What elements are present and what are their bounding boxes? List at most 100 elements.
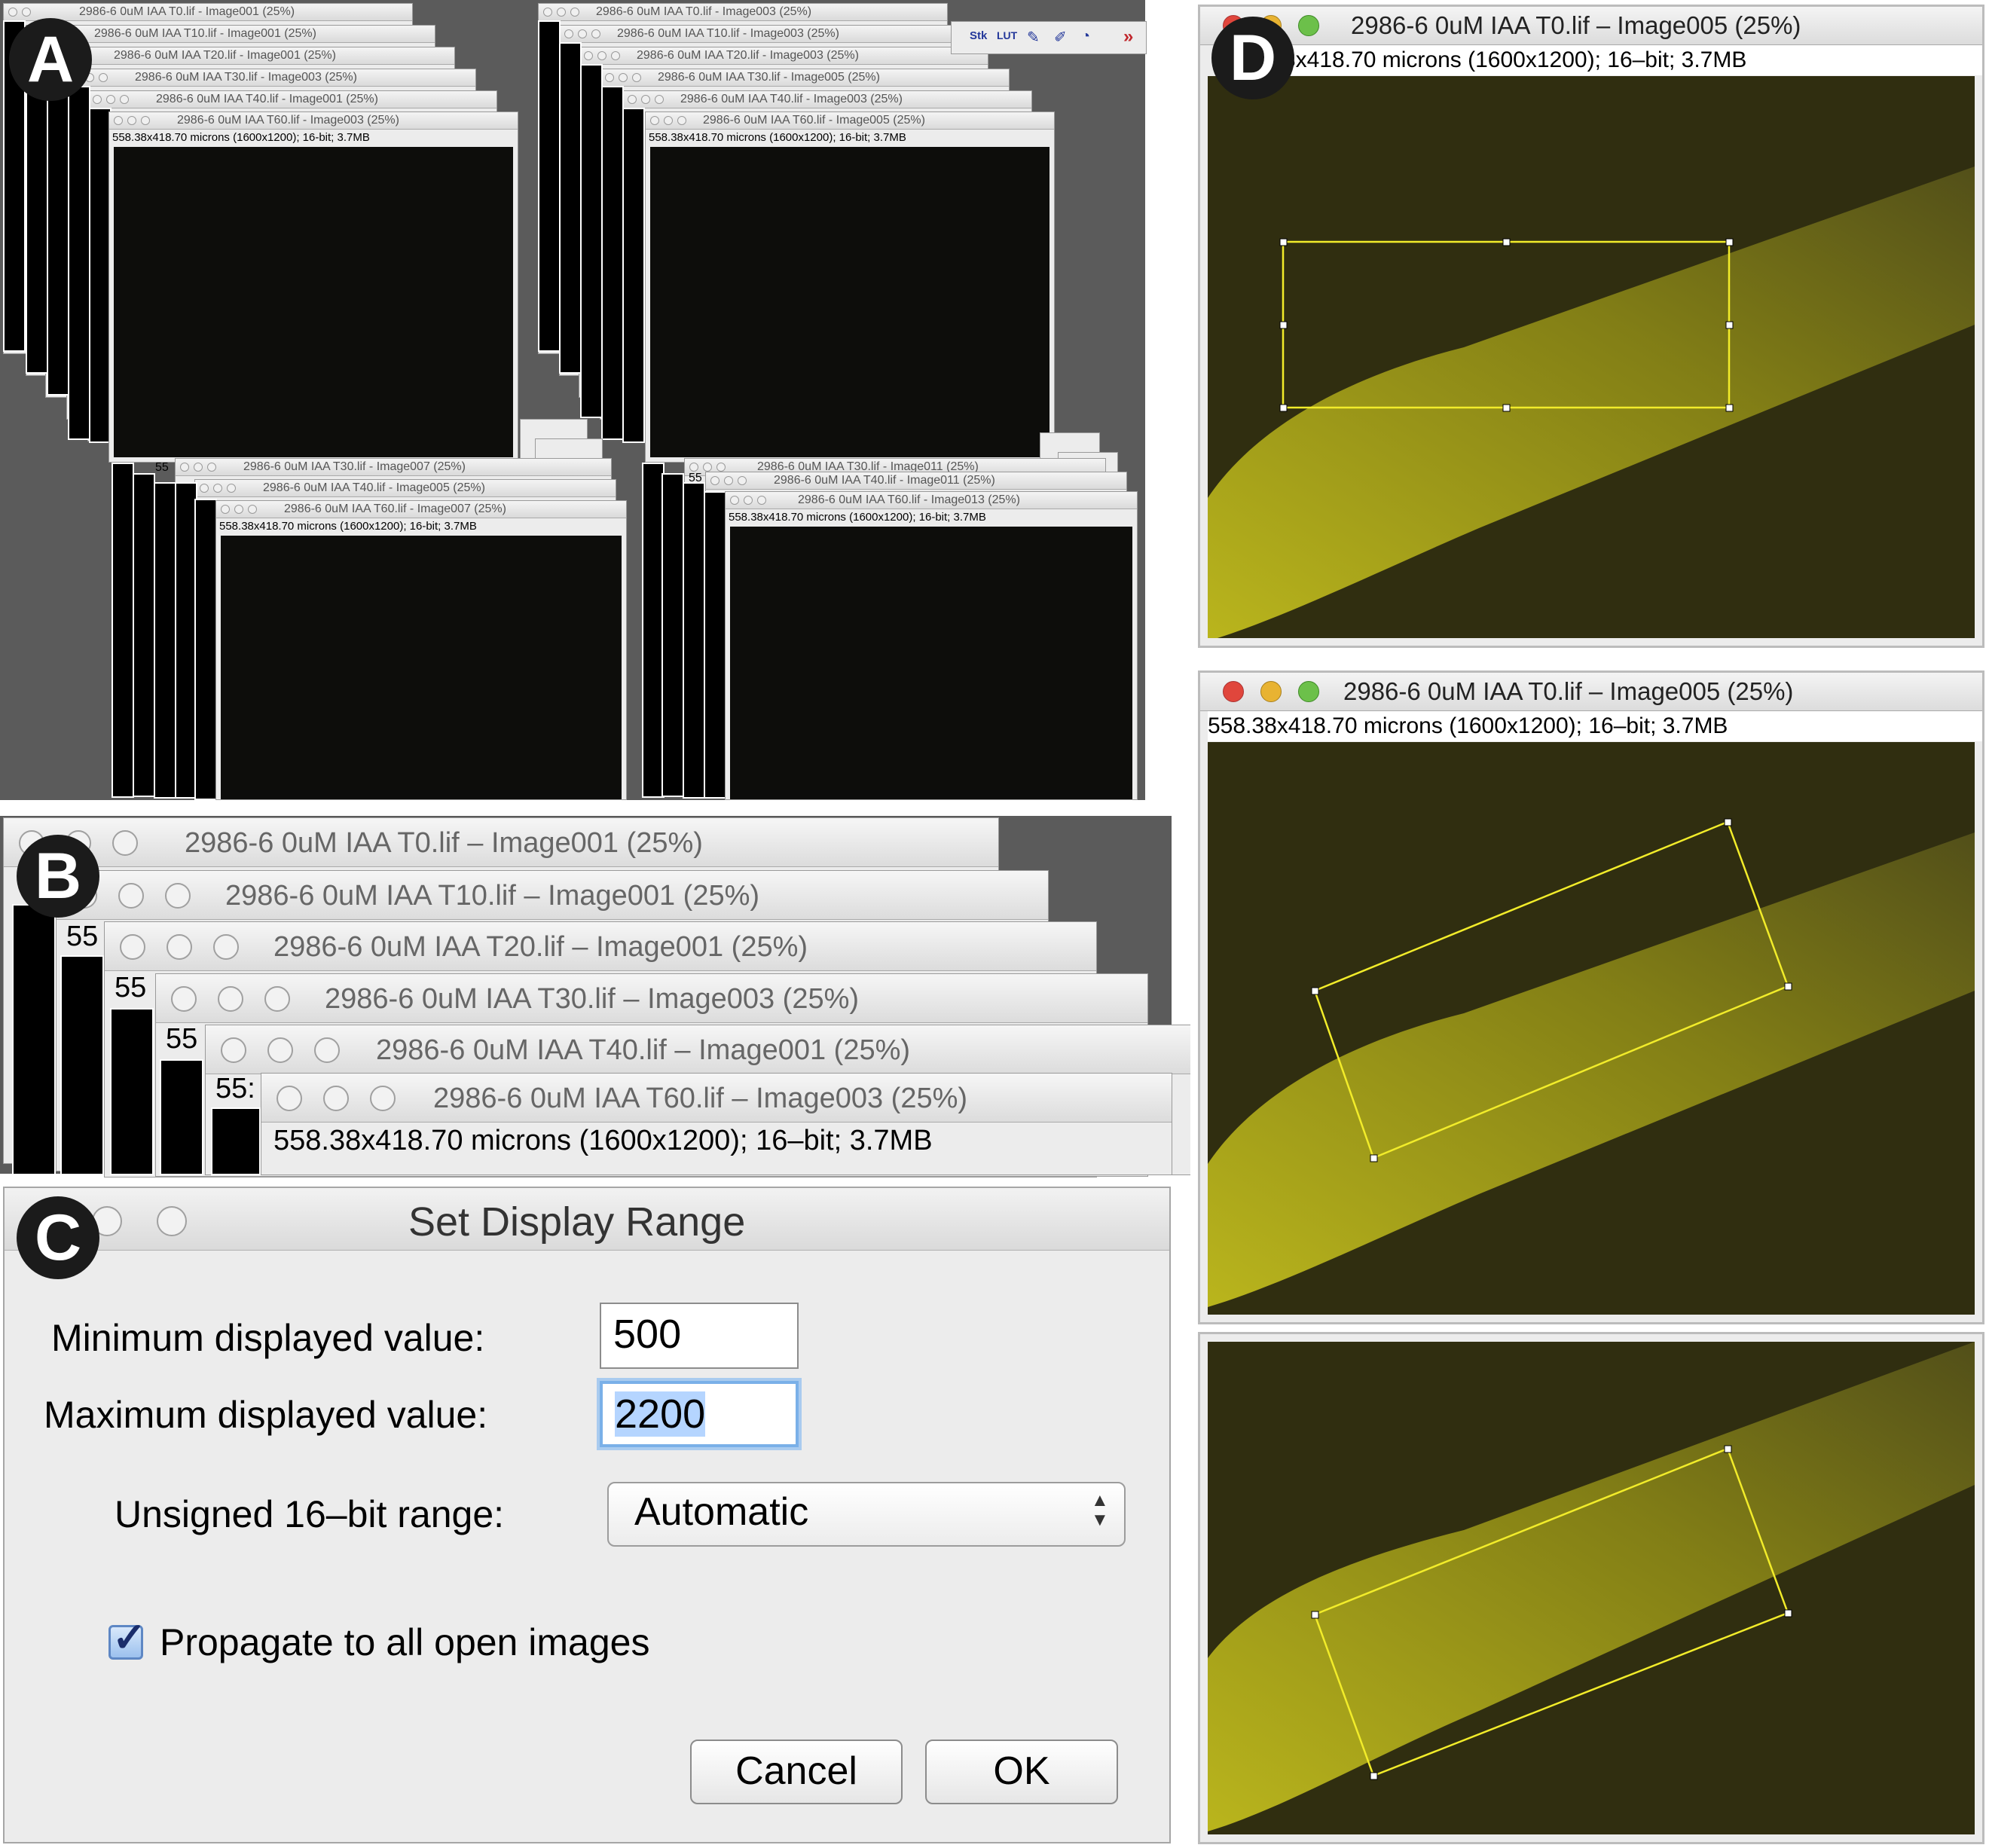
- stk-button[interactable]: Stk: [970, 29, 987, 42]
- window-titlebar: 2986-6 0uM IAA T0.lif – Image005 (25%): [1200, 7, 1982, 45]
- stacked-window-label: 55:: [215, 1073, 255, 1104]
- panel-label-a: A: [9, 18, 92, 101]
- stacked-window-edge: [559, 42, 582, 374]
- image-info: 3x418.70 microns (1600x1200); 16–bit; 3.…: [1283, 45, 1982, 75]
- dialog-titlebar: Set Display Range: [5, 1188, 1169, 1251]
- stacked-window-edge: [580, 64, 603, 418]
- window-title: 2986-6 0uM IAA T20.lif – Image001 (25%): [273, 931, 808, 963]
- dropper-icon[interactable]: ◔: [1081, 28, 1090, 45]
- min-value-field[interactable]: 500: [600, 1303, 799, 1369]
- window-title: 2986-6 0uM IAA T60.lif - Image007 (25%): [284, 502, 506, 515]
- stacked-window-edge: [154, 482, 176, 799]
- more-tools-button[interactable]: »: [1123, 26, 1133, 47]
- window-title: 2986-6 0uM IAA T10.lif - Image001 (25%): [94, 27, 316, 40]
- propagate-label: Propagate to all open images: [160, 1621, 650, 1663]
- zoom-button[interactable]: [157, 1206, 187, 1236]
- image-window[interactable]: 2986-6 0uM IAA T0.lif – Image005 (25%) 5…: [1198, 670, 1984, 1324]
- image-info: 558.38x418.70 microns (1600x1200); 16–bi…: [1208, 711, 1982, 741]
- window-title: 2986-6 0uM IAA T60.lif – Image003 (25%): [433, 1083, 968, 1114]
- image-canvas[interactable]: [650, 147, 1049, 457]
- image-canvas[interactable]: [1208, 742, 1975, 1315]
- stacked-window-edge: [661, 473, 684, 797]
- stacked-window-edge: [704, 491, 726, 799]
- window-title: 2986-6 0uM IAA T10.lif – Image001 (25%): [225, 880, 760, 912]
- panel-label-c: C: [17, 1196, 99, 1279]
- image-canvas[interactable]: [114, 147, 513, 457]
- max-value-label: Maximum displayed value:: [44, 1394, 488, 1436]
- window-title: 2986-6 0uM IAA T40.lif - Image011 (25%): [774, 474, 995, 487]
- checkmark-icon: ✓: [112, 1615, 147, 1660]
- image-canvas[interactable]: [730, 527, 1132, 799]
- panel-label-b: B: [17, 835, 99, 918]
- cancel-button[interactable]: Cancel: [690, 1740, 903, 1804]
- zoom-button[interactable]: [1298, 681, 1319, 702]
- image-canvas[interactable]: [1208, 1342, 1975, 1834]
- window-title: 2986-6 0uM IAA T0.lif – Image005 (25%): [1343, 677, 1794, 705]
- select-arrows-icon: ▲ ▼: [1091, 1490, 1109, 1530]
- image-info: 558.38x418.70 microns (1600x1200); 16-bi…: [649, 131, 906, 144]
- max-value-selection: 2200: [615, 1391, 706, 1437]
- image-info: 558.38x418.70 microns (1600x1200); 16-bi…: [219, 520, 477, 533]
- window-title: 2986-6 0uM IAA T60.lif - Image005 (25%): [703, 114, 925, 127]
- image-info: 558.38x418.70 microns (1600x1200); 16–bi…: [273, 1125, 933, 1156]
- dialog-title: Set Display Range: [408, 1199, 746, 1245]
- stacked-window-edge: [211, 1107, 261, 1175]
- ok-button[interactable]: OK: [925, 1740, 1118, 1804]
- zoom-button[interactable]: [1298, 15, 1319, 36]
- image-window[interactable]: 2986-6 0uM IAA T60.lif - Image003 (25%) …: [108, 111, 518, 463]
- window-title: 2986-6 0uM IAA T20.lif - Image001 (25%): [114, 49, 336, 62]
- minimize-button[interactable]: [1260, 681, 1282, 702]
- range-select-value: Automatic: [634, 1490, 809, 1534]
- image-window[interactable]: 2986-6 0uM IAA T60.lif - Image013 (25%) …: [725, 491, 1138, 800]
- window-title: 2986-6 0uM IAA T40.lif - Image003 (25%): [680, 93, 903, 105]
- window-title: 2986-6 0uM IAA T30.lif - Image007 (25%): [243, 460, 466, 473]
- pencil-icon[interactable]: ✎: [1027, 28, 1040, 47]
- window-title: 2986-6 0uM IAA T40.lif - Image001 (25%): [156, 93, 378, 105]
- image-canvas[interactable]: [221, 536, 622, 799]
- image-canvas[interactable]: [1208, 76, 1975, 638]
- stacked-window-label: 55: [197, 499, 211, 512]
- set-display-range-dialog: Set Display Range Minimum displayed valu…: [3, 1187, 1171, 1843]
- stacked-window-edge: [12, 904, 56, 1175]
- lut-button[interactable]: LUT: [997, 29, 1017, 41]
- close-button[interactable]: [1223, 681, 1244, 702]
- image-info: 558.38x418.70 microns (1600x1200); 16-bi…: [112, 131, 370, 144]
- stacked-window-edge: [110, 1008, 154, 1175]
- window-title: 2986-6 0uM IAA T60.lif - Image013 (25%): [798, 493, 1020, 506]
- stacked-window-edge: [133, 473, 155, 797]
- window-title: 2986-6 0uM IAA T0.lif – Image001 (25%): [185, 827, 703, 859]
- image-window[interactable]: 2986-6 0uM IAA T60.lif – Image003 (25%) …: [261, 1073, 1172, 1175]
- range-label: Unsigned 16–bit range:: [115, 1493, 505, 1535]
- stacked-window-label: 55: [155, 461, 169, 474]
- stacked-window-edge: [68, 86, 90, 440]
- stacked-window-edge: [194, 499, 217, 800]
- image-window[interactable]: 2986-6 0uM IAA T60.lif - Image007 (25%) …: [215, 500, 627, 800]
- propagate-checkbox[interactable]: ✓: [108, 1615, 146, 1660]
- stacked-window-label: 55: [689, 472, 702, 484]
- window-title: 2986-6 0uM IAA T60.lif - Image003 (25%): [177, 114, 399, 127]
- brush-icon[interactable]: ✐: [1054, 28, 1067, 47]
- max-value-field[interactable]: 2200: [600, 1381, 799, 1447]
- window-title: 2986-6 0uM IAA T30.lif - Image003 (25%): [135, 71, 357, 84]
- stacked-window-edge: [622, 108, 645, 443]
- stacked-window-label: 55: [166, 1023, 198, 1055]
- image-svg: [1208, 742, 1975, 1315]
- window-title: 2986-6 0uM IAA T10.lif - Image003 (25%): [617, 27, 839, 40]
- image-window[interactable]: [1198, 1332, 1984, 1844]
- window-title: 2986-6 0uM IAA T40.lif - Image005 (25%): [263, 481, 485, 494]
- image-info: 558.38x418.70 microns (1600x1200); 16-bi…: [729, 511, 986, 524]
- panel-label-d: D: [1211, 17, 1294, 99]
- range-select[interactable]: Automatic ▲ ▼: [607, 1482, 1126, 1547]
- window-title: 2986-6 0uM IAA T0.lif – Image005 (25%): [1351, 11, 1801, 39]
- stacked-window-label: 55: [66, 921, 99, 952]
- stacked-window-edge: [538, 20, 561, 352]
- stacked-window-edge: [47, 64, 69, 396]
- window-title: 2986-6 0uM IAA T30.lif – Image003 (25%): [325, 983, 860, 1015]
- image-window[interactable]: 2986-6 0uM IAA T60.lif - Image005 (25%) …: [645, 111, 1055, 463]
- stacked-window-edge: [112, 463, 134, 798]
- image-window[interactable]: 2986-6 0uM IAA T0.lif – Image005 (25%) 3…: [1198, 5, 1984, 648]
- stacked-window-edge: [60, 955, 104, 1175]
- stacked-window-label: 55: [115, 972, 147, 1003]
- stacked-window-edge: [601, 86, 624, 440]
- stacked-window-edge: [160, 1059, 203, 1175]
